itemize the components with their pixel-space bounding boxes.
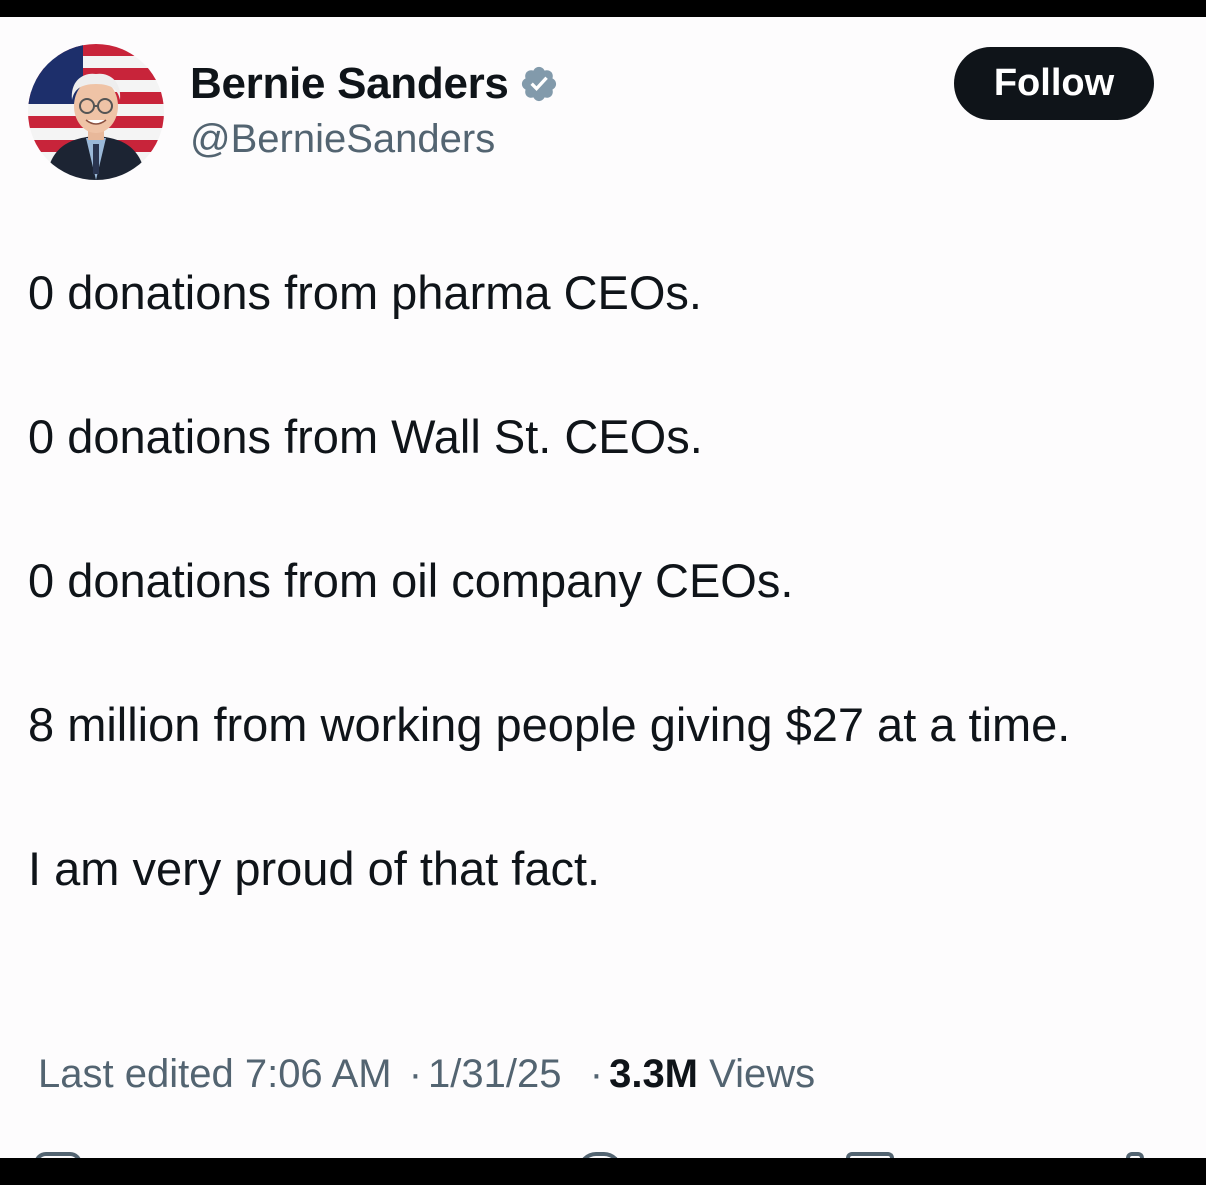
tweet-metadata: Last edited 7:06 AM · 1/31/25 · 3.3M Views: [38, 1052, 815, 1097]
tweet-date[interactable]: 1/31/25: [428, 1052, 561, 1096]
tweet-time[interactable]: 7:06 AM: [245, 1052, 392, 1096]
views-label: Views: [709, 1052, 816, 1096]
avatar[interactable]: [28, 44, 164, 180]
follow-button[interactable]: Follow: [954, 47, 1154, 120]
author-name-row: Bernie Sanders: [190, 59, 559, 109]
tweet-text: 0 donations from pharma CEOs. 0 donation…: [28, 257, 1148, 905]
screenshot-frame: Bernie Sanders @BernieSanders Follow 0 d…: [0, 0, 1206, 1185]
separator-dot: ·: [408, 1052, 423, 1096]
author-handle[interactable]: @BernieSanders: [190, 117, 495, 162]
tweet-paragraph: 0 donations from pharma CEOs.: [28, 266, 702, 319]
verified-badge-icon[interactable]: [519, 64, 559, 104]
separator-dot: ·: [578, 1052, 604, 1096]
edited-label[interactable]: Last edited: [38, 1052, 234, 1096]
reply-icon[interactable]: [34, 1152, 82, 1158]
display-name[interactable]: Bernie Sanders: [190, 59, 509, 109]
tweet-paragraph: 0 donations from oil company CEOs.: [28, 554, 794, 607]
bookmark-icon[interactable]: [846, 1152, 894, 1158]
tweet-paragraph: 8 million from working people giving $27…: [28, 698, 1071, 751]
like-icon[interactable]: [578, 1152, 622, 1158]
views-count: 3.3M: [609, 1052, 699, 1096]
tweet-card[interactable]: Bernie Sanders @BernieSanders Follow 0 d…: [0, 17, 1206, 1158]
tweet-paragraph: I am very proud of that fact.: [28, 842, 601, 895]
tweet-paragraph: 0 donations from Wall St. CEOs.: [28, 410, 703, 463]
avatar-image: [28, 44, 164, 180]
share-icon[interactable]: [1126, 1152, 1144, 1158]
